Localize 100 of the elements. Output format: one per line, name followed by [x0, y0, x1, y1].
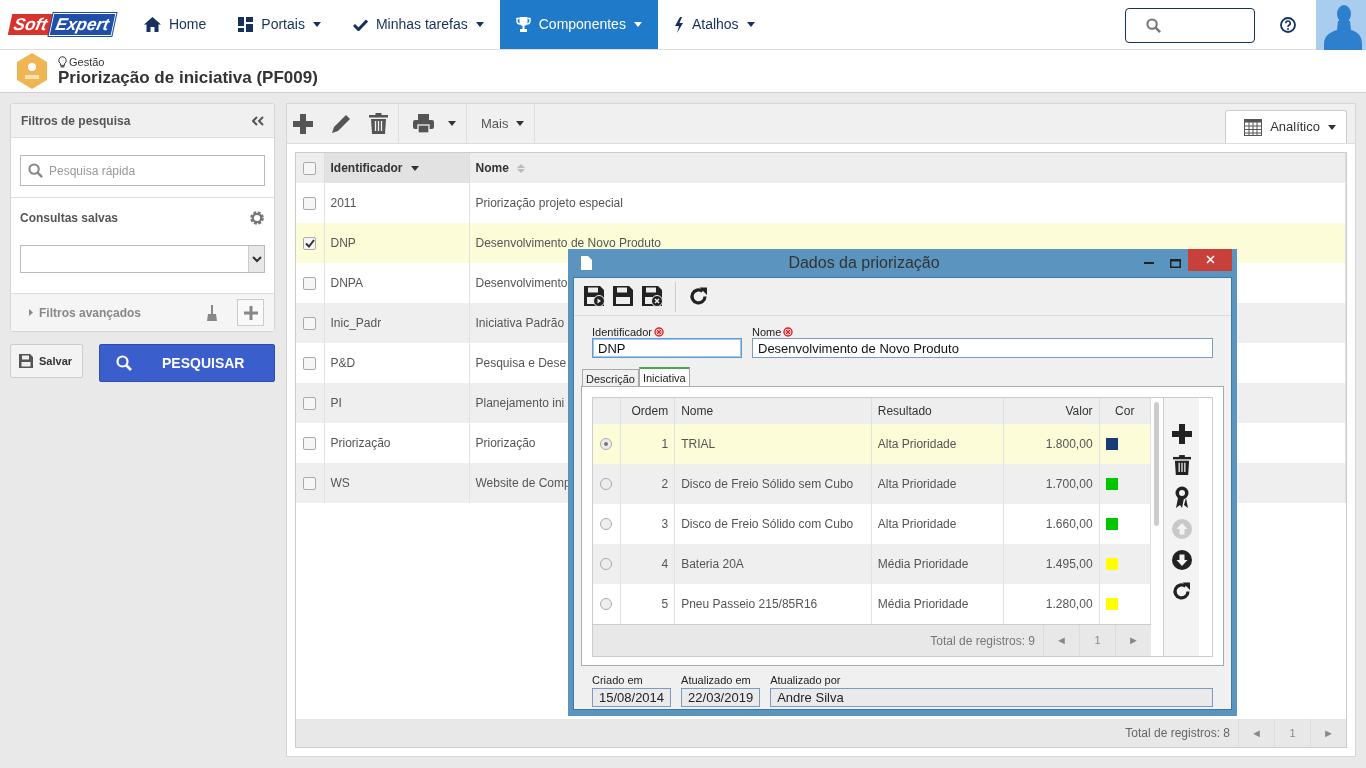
- award-button[interactable]: [1174, 486, 1189, 508]
- lightning-icon: [673, 16, 684, 33]
- avatar[interactable]: [1316, 0, 1366, 50]
- radio-button[interactable]: [600, 438, 613, 450]
- table-cell: Bateria 20A: [681, 557, 744, 571]
- search-icon: [28, 163, 43, 178]
- column-header[interactable]: Nome: [681, 404, 714, 418]
- required-icon: [653, 327, 664, 337]
- logo-word: Expert: [48, 13, 117, 36]
- radio-button[interactable]: [600, 598, 613, 610]
- column-header[interactable]: Identificador: [324, 153, 469, 183]
- table-cell: Priorização: [475, 436, 536, 450]
- close-button[interactable]: [1188, 248, 1232, 271]
- row-checkbox[interactable]: [303, 276, 317, 290]
- view-tab[interactable]: Analítico: [1225, 110, 1347, 143]
- check-icon: [352, 18, 368, 31]
- row-checkbox[interactable]: [303, 316, 317, 330]
- table-cell: 5: [661, 597, 669, 611]
- required-icon: [783, 327, 794, 337]
- save-button[interactable]: [613, 286, 634, 307]
- dialog-title: Dados da priorização: [787, 253, 941, 273]
- checkmark-icon: [305, 238, 316, 248]
- text-field[interactable]: Desenvolvimento de Novo Produto: [752, 338, 1213, 358]
- search-button[interactable]: PESQUISAR: [99, 344, 275, 382]
- row-checkbox[interactable]: [303, 396, 317, 410]
- table-cell: 1.700,00: [1045, 477, 1093, 491]
- maximize-icon: [1169, 258, 1181, 268]
- broom-icon: [207, 304, 217, 321]
- print-button[interactable]: [413, 114, 456, 133]
- add-filter-button[interactable]: [237, 299, 264, 326]
- module-icon: [16, 53, 48, 89]
- logo-word: Soft: [7, 14, 54, 35]
- nav-menu-item[interactable]: Minhas tarefas: [336, 0, 500, 49]
- collapse-button[interactable]: [252, 115, 264, 126]
- radio-button[interactable]: [600, 518, 613, 530]
- add-row-button[interactable]: [1171, 424, 1192, 444]
- field-label: Identificador: [592, 326, 652, 338]
- table-cell: DNP: [324, 223, 469, 263]
- select-all-checkbox[interactable]: [303, 161, 317, 175]
- more-menu-button[interactable]: Mais: [481, 113, 525, 134]
- quick-search-field[interactable]: Pesquisa rápida: [20, 155, 265, 186]
- row-checkbox[interactable]: [303, 436, 317, 450]
- save-new-button[interactable]: [584, 286, 605, 307]
- row-checkbox[interactable]: [303, 356, 317, 370]
- table-cell: Média Prioridade: [877, 597, 969, 611]
- sort-icon: [516, 163, 525, 173]
- move-down-button[interactable]: [1171, 550, 1192, 570]
- page-number: 1: [1274, 719, 1310, 747]
- settings-icon: [249, 210, 265, 226]
- save-icon: [19, 354, 33, 368]
- search-field[interactable]: [1125, 8, 1255, 43]
- table-cell: Desenvolvimento: [475, 276, 568, 290]
- nav-menu-item[interactable]: Atalhos: [657, 0, 771, 49]
- scrollbar-thumb[interactable]: [1154, 402, 1159, 526]
- save-close-button[interactable]: [642, 286, 663, 307]
- lightbulb-icon: [58, 55, 67, 68]
- nav-menu-item[interactable]: Portais: [222, 0, 337, 49]
- nav-menu-item[interactable]: Componentes: [499, 0, 658, 49]
- row-checkbox[interactable]: [303, 236, 317, 250]
- search-icon: [116, 355, 132, 371]
- table-cell: Pneu Passeio 215/85R16: [681, 597, 818, 611]
- table-cell: Pesquisa e Dese: [475, 356, 567, 370]
- radio-button[interactable]: [600, 478, 613, 490]
- settings-button[interactable]: [249, 210, 265, 226]
- refresh-button[interactable]: [688, 286, 709, 307]
- column-header[interactable]: Valor: [1065, 404, 1093, 418]
- arrow-up-circle-icon: [1171, 519, 1192, 539]
- tab[interactable]: Iniciativa: [638, 367, 690, 386]
- delete-row-button[interactable]: [1172, 455, 1191, 475]
- table-cell: Planejamento ini: [475, 396, 565, 410]
- text-field[interactable]: DNP: [592, 338, 742, 358]
- record-count: Total de registros: 9: [929, 632, 1036, 650]
- column-header[interactable]: Nome: [469, 153, 1346, 183]
- chevron-down-icon: [251, 255, 262, 263]
- radio-button[interactable]: [600, 558, 613, 570]
- table-cell: Alta Prioridade: [877, 437, 957, 451]
- nav-menu-item[interactable]: Home: [127, 0, 223, 49]
- delete-button[interactable]: [369, 113, 388, 134]
- refresh-icon: [688, 286, 709, 307]
- tab[interactable]: Descrição: [582, 369, 639, 386]
- edit-button[interactable]: [331, 113, 351, 134]
- table-cell: 1.495,00: [1045, 557, 1093, 571]
- table-cell: PI: [324, 383, 469, 423]
- ribbon-icon: [1174, 486, 1189, 508]
- field-label: Nome: [752, 326, 782, 338]
- row-checkbox[interactable]: [303, 476, 317, 490]
- table-cell: Desenvolvimento de Novo Produto: [475, 236, 661, 250]
- table-cell: 1.660,00: [1045, 517, 1093, 531]
- add-button[interactable]: [293, 113, 313, 134]
- page-title: Priorização de iniciativa (PF009): [58, 67, 318, 87]
- caret-right-icon: [29, 309, 33, 316]
- save-button[interactable]: Salvar: [10, 344, 83, 378]
- table-cell: 3: [661, 517, 669, 531]
- trophy-icon: [515, 17, 531, 32]
- help-icon: [1280, 17, 1296, 34]
- table-cell: TRIAL: [681, 437, 716, 451]
- refresh-button[interactable]: [1171, 581, 1192, 602]
- row-checkbox[interactable]: [303, 196, 317, 210]
- save-add-icon: [584, 286, 605, 307]
- read-only-field: 15/08/2014: [592, 688, 672, 707]
